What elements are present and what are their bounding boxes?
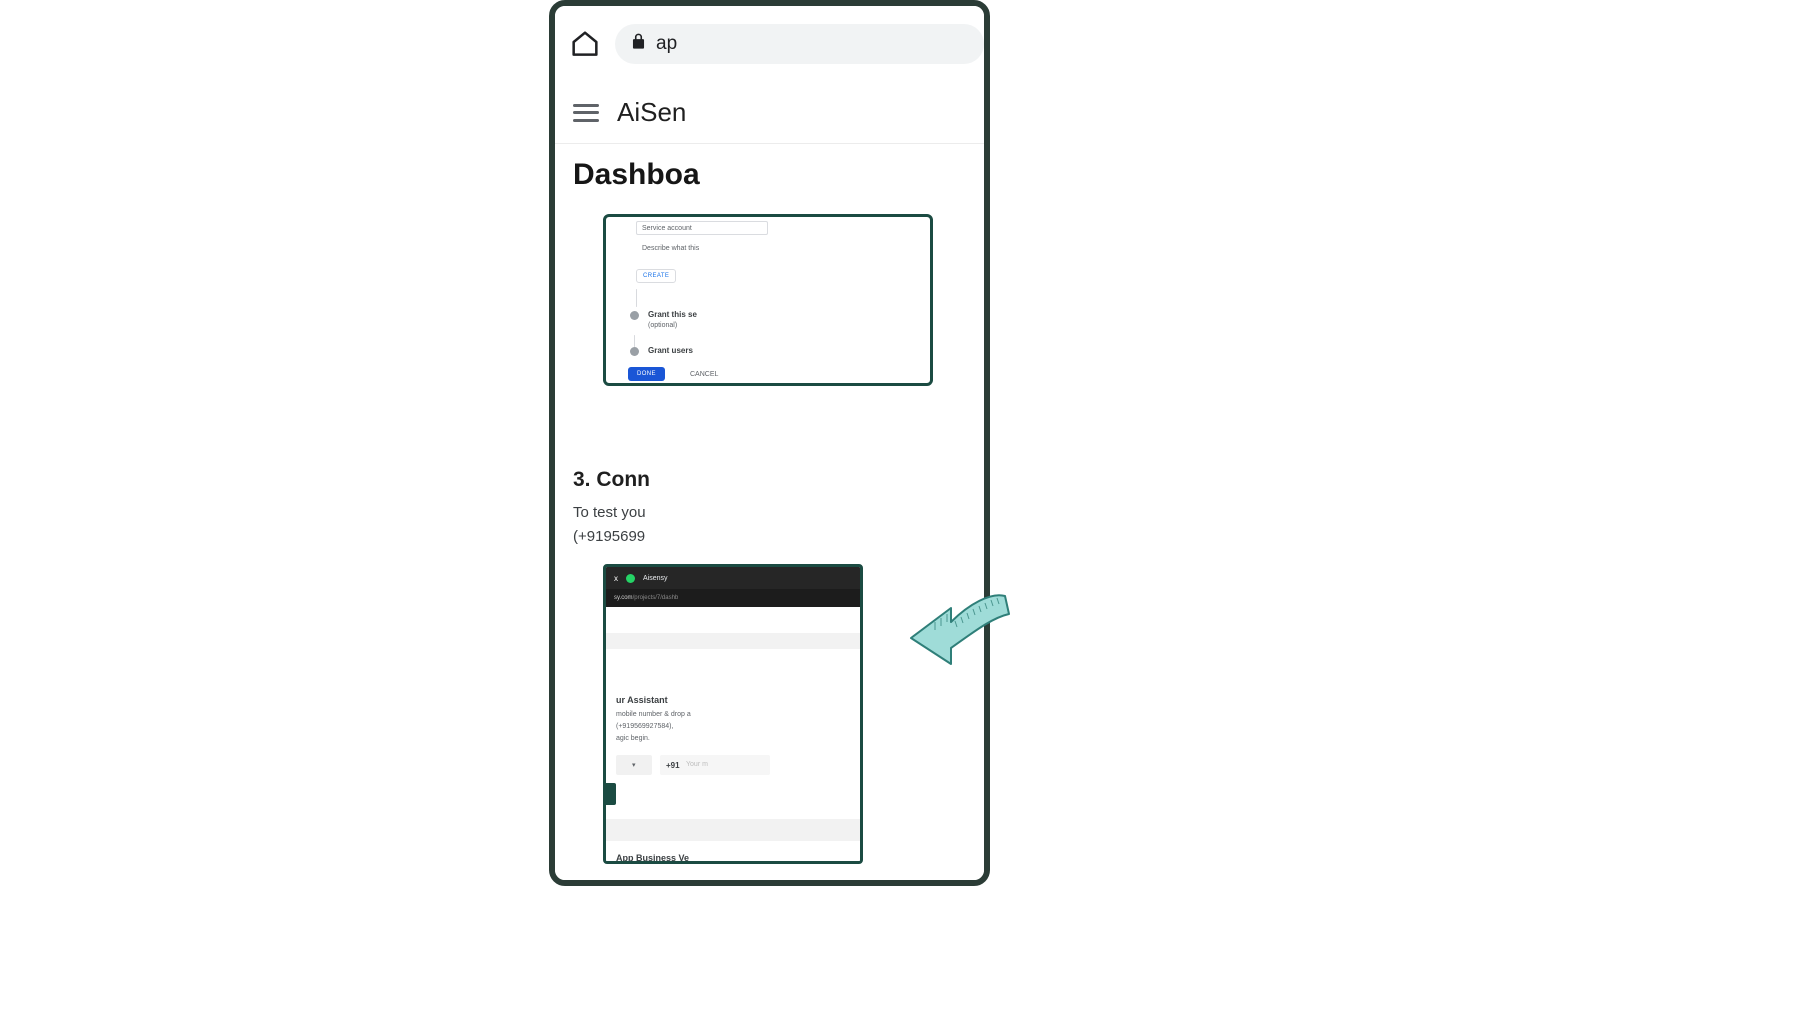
section-3-line-2: (+9195699 bbox=[573, 528, 646, 545]
mock-tab-title: Aisensy bbox=[643, 574, 668, 582]
home-icon[interactable] bbox=[569, 28, 601, 60]
mock-step-bullet bbox=[630, 347, 639, 356]
browser-toolbar: ap bbox=[555, 6, 984, 82]
phone-screenshot-mock: x Aisensy sy.com /projects/7/dashb ur As… bbox=[603, 564, 863, 864]
mock-grant-users-label: Grant users bbox=[648, 346, 693, 355]
app-header: AiSen bbox=[555, 82, 984, 144]
mock-band bbox=[606, 633, 860, 649]
mock-assistant-line-2: (+919569927584), bbox=[616, 723, 674, 730]
section-3-line-1: To test you bbox=[573, 504, 646, 521]
page-content: Service account Describe what this CREAT… bbox=[555, 206, 984, 880]
mock-field-placeholder: Service account bbox=[642, 225, 692, 232]
mock-favicon bbox=[626, 573, 635, 583]
lock-icon bbox=[629, 32, 648, 56]
mock-business-heading: App Business Ve bbox=[616, 853, 690, 863]
address-bar[interactable]: ap bbox=[615, 24, 984, 64]
mock-create-button[interactable]: CREATE bbox=[636, 269, 677, 283]
mock-url-domain: sy.com bbox=[614, 595, 633, 601]
section-3-heading: 3. Conn bbox=[573, 468, 650, 491]
phone-frame: ap AiSen Dashboa Service account Describ… bbox=[549, 0, 990, 886]
mock-assistant-line-3: agic begin. bbox=[616, 735, 650, 742]
mock-browser-tabbar: x Aisensy bbox=[606, 567, 860, 589]
gcp-service-account-card-mock: Service account Describe what this CREAT… bbox=[603, 214, 933, 386]
mock-assistant-heading: ur Assistant bbox=[616, 695, 668, 705]
brand-name: AiSen bbox=[617, 97, 687, 127]
mock-assistant-line-1: mobile number & drop a bbox=[616, 711, 691, 718]
mock-band bbox=[606, 819, 860, 841]
mock-field-hint: Describe what this bbox=[642, 245, 700, 252]
mock-done-button[interactable]: DONE bbox=[628, 367, 665, 381]
mock-grant-role-label: Grant this se bbox=[648, 310, 697, 319]
mock-tab-close-icon[interactable]: x bbox=[614, 574, 618, 583]
mock-optional-label: (optional) bbox=[648, 322, 678, 329]
mock-page-sheet: ur Assistant mobile number & drop a (+91… bbox=[606, 607, 860, 861]
url-text: ap bbox=[656, 33, 678, 54]
mock-step-bullet bbox=[630, 311, 639, 320]
mock-phone-placeholder: Your m bbox=[686, 761, 708, 768]
hamburger-menu-icon[interactable] bbox=[573, 103, 599, 122]
mock-url-path: /projects/7/dashb bbox=[632, 595, 679, 601]
mock-country-dropdown[interactable]: ▾ bbox=[632, 761, 636, 769]
mock-country-code: +91 bbox=[666, 761, 680, 770]
page-title: Dashboa bbox=[573, 158, 700, 191]
mock-cancel-button[interactable]: CANCEL bbox=[690, 371, 718, 378]
mock-urlbar: sy.com /projects/7/dashb bbox=[606, 589, 860, 607]
